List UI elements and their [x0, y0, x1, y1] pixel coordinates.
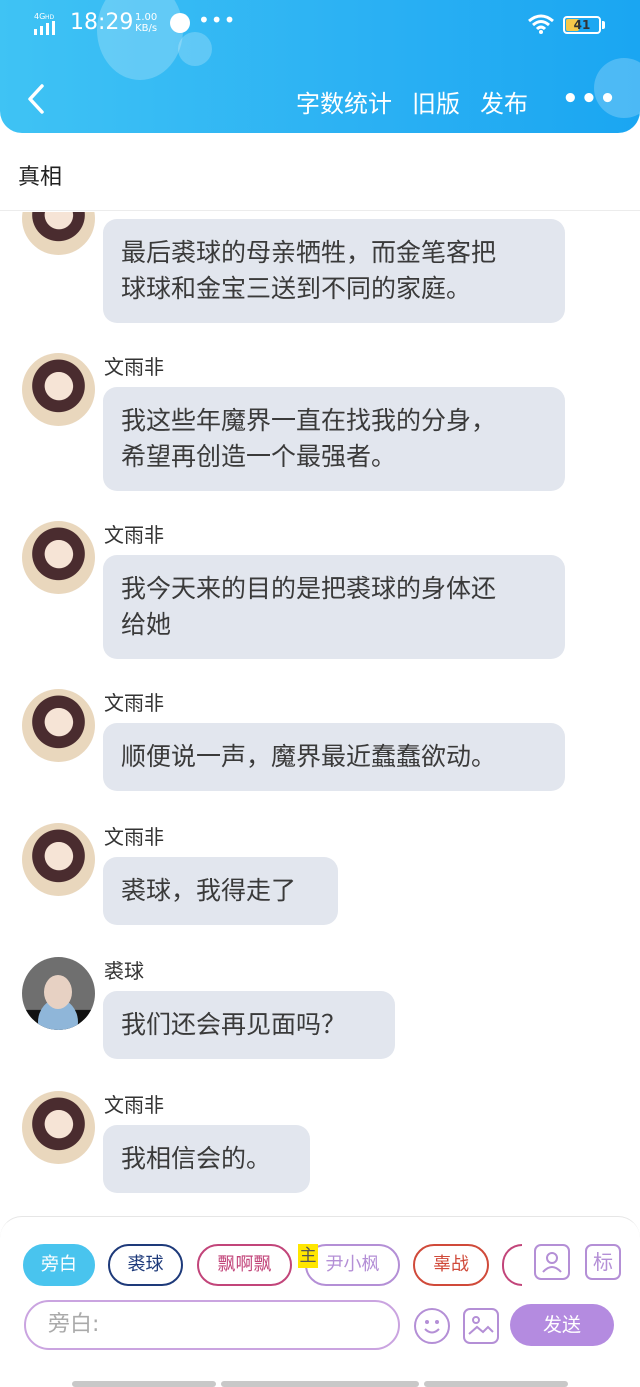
- speaker-name: 文雨非: [104, 355, 164, 379]
- network-speed: 1.00 KB/s: [135, 12, 158, 34]
- nav-bar-segment: [221, 1381, 419, 1387]
- speaker-name: 文雨非: [104, 1093, 164, 1117]
- svg-text:HD: HD: [45, 14, 55, 21]
- nav-bar-segment: [424, 1381, 568, 1387]
- smiley-glyph: [424, 1320, 440, 1334]
- publish-button[interactable]: 发布: [480, 84, 528, 119]
- role-chip-partial[interactable]: [502, 1244, 522, 1286]
- speaker-name: 文雨非: [104, 523, 164, 547]
- message-bubble[interactable]: 我们还会再见面吗？: [103, 991, 395, 1059]
- role-chip-narrator[interactable]: 旁白: [23, 1244, 95, 1286]
- tag-icon[interactable]: 标: [585, 1244, 621, 1280]
- role-chip-yinxiaofeng[interactable]: 尹小枫: [305, 1244, 400, 1286]
- speaker-name: 文雨非: [104, 825, 164, 849]
- image-glyph: [468, 1316, 494, 1335]
- girl-avatar[interactable]: [22, 521, 95, 594]
- battery-tip: [602, 21, 605, 29]
- clock: 18:29: [70, 10, 134, 35]
- battery-percent: 41: [573, 18, 591, 32]
- role-chip-qiuqiu[interactable]: 裘球: [108, 1244, 183, 1286]
- header-actions: 字数统计 旧版 发布: [296, 84, 528, 119]
- girl-avatar[interactable]: [22, 212, 95, 255]
- chat-list[interactable]: 最后裘球的母亲牺牲，而金笔客把 球球和金宝三送到不同的家庭。 文雨非 我这些年魔…: [0, 212, 640, 1216]
- back-arrow-icon[interactable]: [22, 82, 52, 116]
- send-button[interactable]: 发送: [510, 1304, 614, 1346]
- more-options-icon[interactable]: •••: [562, 84, 618, 114]
- girl-avatar[interactable]: [22, 353, 95, 426]
- speaker-name: 文雨非: [104, 691, 164, 715]
- message-bubble[interactable]: 裘球，我得走了: [103, 857, 338, 925]
- role-chip-piaoapiao[interactable]: 飘啊飘: [197, 1244, 292, 1286]
- person-card-icon[interactable]: [534, 1244, 570, 1280]
- message-input[interactable]: 旁白:: [24, 1300, 400, 1350]
- more-notifications-icon: •••: [198, 8, 237, 32]
- message-bubble[interactable]: 我今天来的目的是把裘球的身体还 给她: [103, 555, 565, 659]
- person-card-glyph: [542, 1252, 562, 1273]
- battery-icon: 41: [563, 16, 601, 34]
- signal-icon: 4G HD: [34, 12, 55, 35]
- status-bar: 4G HD 18:29 1.00 KB/s ••• 41: [0, 0, 640, 50]
- emoji-icon[interactable]: [414, 1308, 450, 1344]
- message-bubble[interactable]: 我相信会的。: [103, 1125, 310, 1193]
- role-chip-guzhan[interactable]: 辜战: [413, 1244, 489, 1286]
- message-bubble[interactable]: 我这些年魔界一直在找我的分身， 希望再创造一个最强者。: [103, 387, 565, 491]
- app-header: 4G HD 18:29 1.00 KB/s ••• 41 字数统计 旧版 发布 …: [0, 0, 640, 133]
- message-bubble[interactable]: 最后裘球的母亲牺牲，而金笔客把 球球和金宝三送到不同的家庭。: [103, 219, 565, 323]
- girl-avatar[interactable]: [22, 689, 95, 762]
- story-title-bar: 真相: [0, 133, 640, 211]
- wifi-icon: [528, 14, 554, 34]
- speaker-name: 裘球: [104, 959, 144, 983]
- story-title[interactable]: 真相: [18, 159, 62, 191]
- girl-avatar[interactable]: [22, 1091, 95, 1164]
- word-count-button[interactable]: 字数统计: [296, 84, 392, 119]
- old-version-button[interactable]: 旧版: [412, 84, 460, 119]
- boy-avatar[interactable]: [22, 957, 95, 1030]
- girl-avatar[interactable]: [22, 823, 95, 896]
- image-icon[interactable]: [463, 1308, 499, 1344]
- gauge-icon: [170, 13, 190, 33]
- nav-bar-segment: [72, 1381, 216, 1387]
- svg-text:4G: 4G: [34, 12, 45, 21]
- message-bubble[interactable]: 顺便说一声，魔界最近蠢蠢欲动。: [103, 723, 565, 791]
- host-badge: 主: [298, 1244, 318, 1268]
